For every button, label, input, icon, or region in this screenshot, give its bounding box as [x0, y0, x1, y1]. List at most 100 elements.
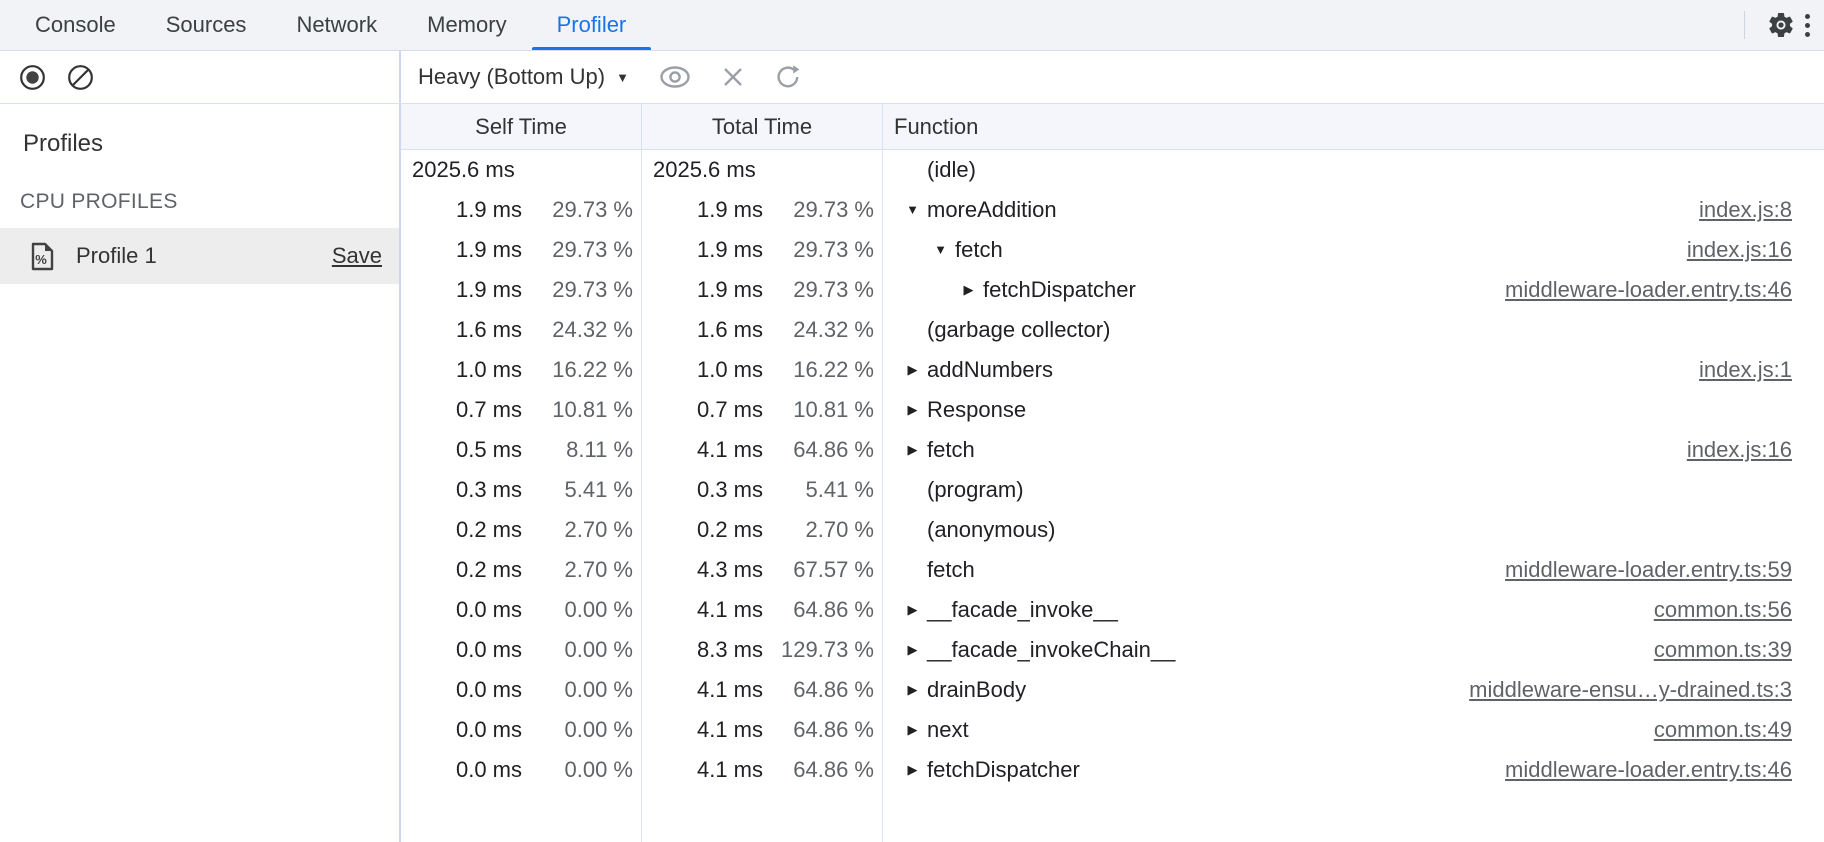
profile-name: Profile 1 [76, 243, 157, 269]
sidebar-item-profile-1[interactable]: % Profile 1 Save [0, 228, 399, 284]
total-time-value: 4.1 ms [642, 670, 763, 710]
source-link[interactable]: index.js:16 [1687, 230, 1824, 270]
function-cell: (anonymous) [883, 510, 1824, 550]
total-time-value: 4.1 ms [642, 710, 763, 750]
source-link[interactable]: middleware-loader.entry.ts:46 [1505, 750, 1824, 790]
function-name: fetch [955, 230, 1003, 270]
profile-table-row[interactable]: 1.9 ms 29.73 % 1.9 ms 29.73 % ▶ fetchDis… [401, 270, 1824, 310]
total-time-value: 8.3 ms [642, 630, 763, 670]
function-cell: ▶ fetchDispatcher middleware-loader.entr… [883, 750, 1824, 790]
restore-all-button[interactable] [774, 63, 802, 91]
self-time-percent: 29.73 % [522, 190, 642, 230]
total-time-cell: 4.1 ms 64.86 % [642, 430, 883, 470]
source-link[interactable]: common.ts:39 [1654, 630, 1824, 670]
tab-memory[interactable]: Memory [402, 0, 531, 50]
expander-icon[interactable]: ▶ [905, 750, 920, 790]
function-name: __facade_invokeChain__ [927, 630, 1175, 670]
total-time-percent: 2.70 % [763, 510, 883, 550]
profile-table-row[interactable]: 0.0 ms 0.00 % 4.1 ms 64.86 % ▶ drainBody… [401, 670, 1824, 710]
close-icon [721, 65, 745, 89]
total-time-value: 1.9 ms [642, 230, 763, 270]
profile-table-row[interactable]: 0.2 ms 2.70 % 4.3 ms 67.57 % fetch middl… [401, 550, 1824, 590]
expander-icon[interactable]: ▶ [905, 430, 920, 470]
column-header-self-time[interactable]: Self Time [401, 104, 642, 149]
self-time-cell: 0.0 ms 0.00 % [401, 630, 642, 670]
profile-table-row[interactable]: 0.0 ms 0.00 % 4.1 ms 64.86 % ▶ __facade_… [401, 590, 1824, 630]
source-link[interactable]: middleware-loader.entry.ts:59 [1505, 550, 1824, 590]
total-time-percent: 129.73 % [763, 630, 883, 670]
profile-table-row[interactable]: 1.9 ms 29.73 % 1.9 ms 29.73 % ▼ fetch in… [401, 230, 1824, 270]
source-link[interactable]: middleware-loader.entry.ts:46 [1505, 270, 1824, 310]
self-time-percent: 2.70 % [522, 550, 642, 590]
self-time-value: 0.2 ms [401, 510, 522, 550]
focus-selected-button[interactable] [658, 65, 692, 89]
clear-button[interactable] [67, 64, 94, 91]
profile-table-row[interactable]: 0.2 ms 2.70 % 0.2 ms 2.70 % (anonymous) [401, 510, 1824, 550]
total-time-percent: 29.73 % [763, 270, 883, 310]
expander-icon[interactable]: ▶ [905, 670, 920, 710]
total-time-percent: 10.81 % [763, 390, 883, 430]
record-button[interactable] [19, 64, 46, 91]
profile-table-row[interactable]: 1.9 ms 29.73 % 1.9 ms 29.73 % ▼ moreAddi… [401, 190, 1824, 230]
function-cell: ▶ __facade_invokeChain__ common.ts:39 [883, 630, 1824, 670]
exclude-selected-button[interactable] [721, 65, 745, 89]
source-link[interactable]: index.js:1 [1699, 350, 1824, 390]
source-link[interactable]: index.js:16 [1687, 430, 1824, 470]
function-name: Response [927, 390, 1026, 430]
settings-button[interactable] [1759, 3, 1803, 47]
profile-table-row[interactable]: 0.7 ms 10.81 % 0.7 ms 10.81 % ▶ Response [401, 390, 1824, 430]
tabbar-divider [1744, 11, 1745, 39]
tab-console[interactable]: Console [10, 0, 141, 50]
total-time-cell: 1.9 ms 29.73 % [642, 190, 883, 230]
total-time-percent: 16.22 % [763, 350, 883, 390]
function-cell: ▶ next common.ts:49 [883, 710, 1824, 750]
self-time-cell: 1.9 ms 29.73 % [401, 190, 642, 230]
expander-icon[interactable]: ▶ [905, 350, 920, 390]
profile-table-row[interactable]: 0.0 ms 0.00 % 8.3 ms 129.73 % ▶ __facade… [401, 630, 1824, 670]
profile-table-row[interactable]: 0.5 ms 8.11 % 4.1 ms 64.86 % ▶ fetch ind… [401, 430, 1824, 470]
save-profile-link[interactable]: Save [332, 243, 382, 269]
source-link[interactable]: index.js:8 [1699, 190, 1824, 230]
expander-icon[interactable]: ▶ [905, 590, 920, 630]
profile-table-row[interactable]: 0.0 ms 0.00 % 4.1 ms 64.86 % ▶ next comm… [401, 710, 1824, 750]
profile-table-row[interactable]: 1.6 ms 24.32 % 1.6 ms 24.32 % (garbage c… [401, 310, 1824, 350]
view-mode-select[interactable]: Heavy (Bottom Up) ▼ [418, 64, 629, 90]
self-time-percent: 29.73 % [522, 270, 642, 310]
grid-body: 2025.6 ms 2025.6 ms (idle) 1.9 ms 29.73 … [401, 150, 1824, 842]
source-link[interactable]: middleware-ensu…y-drained.ts:3 [1469, 670, 1824, 710]
column-header-total-time[interactable]: Total Time [642, 104, 883, 149]
total-time-cell: 1.9 ms 29.73 % [642, 270, 883, 310]
profile-table-row[interactable]: 0.0 ms 0.00 % 4.1 ms 64.86 % ▶ fetchDisp… [401, 750, 1824, 790]
tab-sources[interactable]: Sources [141, 0, 272, 50]
expander-icon[interactable]: ▼ [933, 230, 948, 270]
self-time-cell: 2025.6 ms [401, 150, 642, 190]
expander-icon[interactable]: ▶ [961, 270, 976, 310]
function-cell: ▶ Response [883, 390, 1824, 430]
expander-icon[interactable]: ▶ [905, 630, 920, 670]
total-time-percent: 64.86 % [763, 670, 883, 710]
tab-profiler[interactable]: Profiler [532, 0, 652, 50]
profile-table-row[interactable]: 1.0 ms 16.22 % 1.0 ms 16.22 % ▶ addNumbe… [401, 350, 1824, 390]
tab-network[interactable]: Network [271, 0, 402, 50]
source-link[interactable]: common.ts:56 [1654, 590, 1824, 630]
self-time-value: 0.0 ms [401, 630, 522, 670]
self-time-cell: 0.0 ms 0.00 % [401, 750, 642, 790]
self-time-value: 1.9 ms [401, 190, 522, 230]
source-link[interactable]: common.ts:49 [1654, 710, 1824, 750]
function-cell: ▼ moreAddition index.js:8 [883, 190, 1824, 230]
profile-table-row[interactable]: 2025.6 ms 2025.6 ms (idle) [401, 150, 1824, 190]
profile-table-row[interactable]: 0.3 ms 5.41 % 0.3 ms 5.41 % (program) [401, 470, 1824, 510]
self-time-percent [515, 150, 642, 190]
total-time-percent: 64.86 % [763, 430, 883, 470]
column-header-function[interactable]: Function [883, 104, 1824, 149]
expander-icon[interactable]: ▼ [905, 190, 920, 230]
more-menu-button[interactable] [1805, 14, 1810, 37]
total-time-cell: 1.6 ms 24.32 % [642, 310, 883, 350]
self-time-cell: 0.0 ms 0.00 % [401, 710, 642, 750]
tab-label: Network [296, 12, 377, 38]
expander-icon[interactable]: ▶ [905, 710, 920, 750]
total-time-cell: 2025.6 ms [642, 150, 883, 190]
self-time-percent: 8.11 % [522, 430, 642, 470]
expander-icon[interactable]: ▶ [905, 390, 920, 430]
self-time-cell: 0.0 ms 0.00 % [401, 670, 642, 710]
